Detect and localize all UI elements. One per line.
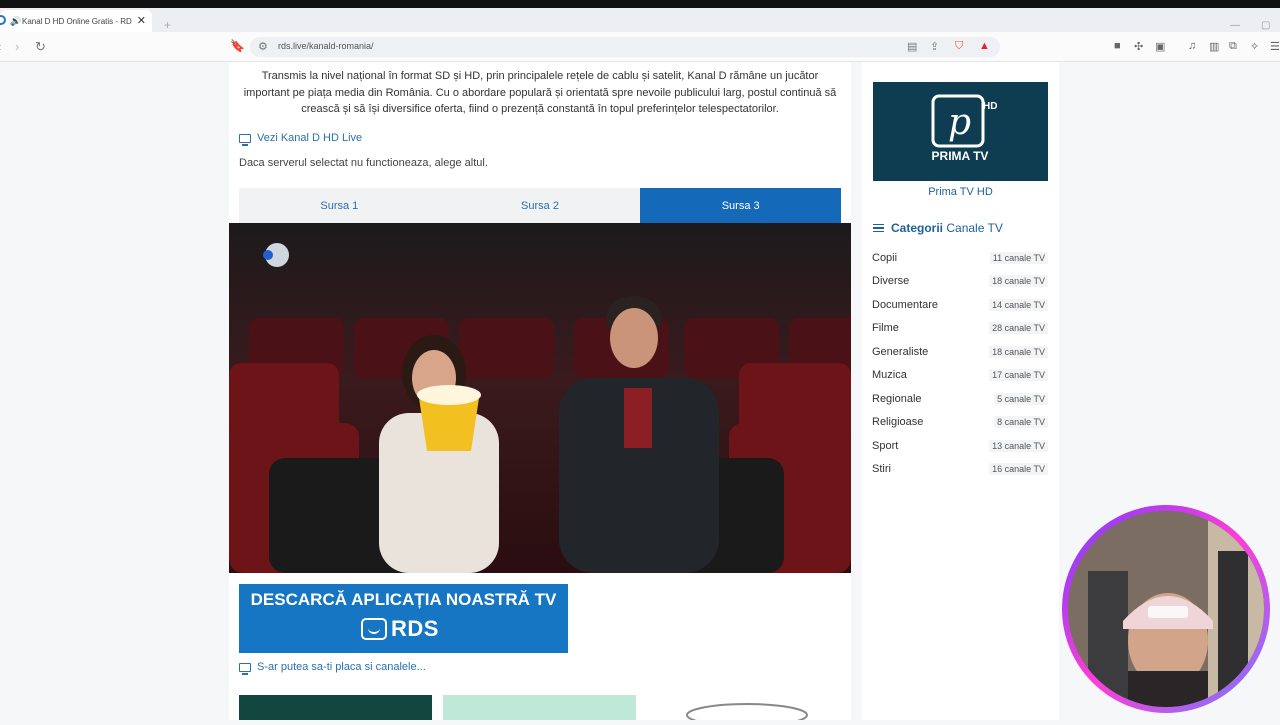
puzzle-icon[interactable]: ✣ — [1134, 40, 1143, 53]
webcam-overlay — [1062, 505, 1270, 713]
category-item[interactable]: Regionale 5 canale TV — [872, 387, 1048, 411]
category-count: 14 canale TV — [989, 298, 1048, 311]
site-favicon-icon — [0, 15, 6, 25]
address-bar[interactable]: ⚙ rds.live/kanald-romania/ ▤ ⇪ ⛉ ▲ — [250, 37, 1000, 57]
speaker-icon[interactable]: 🔊 — [10, 16, 21, 27]
site-settings-icon[interactable]: ⚙ — [258, 40, 268, 53]
live-link-text[interactable]: Vezi Kanal D HD Live — [257, 132, 362, 144]
categories-title-rest: Canale TV — [946, 221, 1003, 235]
related-channels-text[interactable]: S-ar putea sa-ti placa si canalele... — [257, 661, 426, 673]
channel-thumbnail[interactable] — [443, 695, 636, 720]
maximize-icon[interactable]: ▢ — [1261, 20, 1270, 31]
wallet-icon[interactable]: ▣ — [1155, 40, 1165, 53]
address-toolbar: ‹ › ↻ 🔖 ⚙ rds.live/kanald-romania/ ▤ ⇪ ⛉… — [0, 32, 1280, 62]
reload-icon[interactable]: ↻ — [35, 39, 46, 55]
prima-hd-badge: HD — [983, 101, 997, 112]
video-frame — [229, 223, 851, 573]
category-name[interactable]: Documentare — [872, 299, 938, 311]
video-player[interactable] — [229, 223, 851, 573]
back-icon[interactable]: ‹ — [0, 39, 1, 54]
category-list: Copii 11 canale TV Diverse 18 canale TV Do… — [872, 246, 1048, 481]
share-icon[interactable]: ⇪ — [930, 40, 939, 53]
category-item[interactable]: Copii 11 canale TV — [872, 246, 1048, 270]
music-icon[interactable]: ♫ — [1188, 40, 1196, 52]
category-item[interactable]: Sport 13 canale TV — [872, 434, 1048, 458]
bookmark-icon[interactable]: 🔖 — [230, 39, 245, 53]
rds-logo-text: RDS — [391, 616, 439, 641]
category-count: 5 canale TV — [994, 392, 1048, 405]
category-name[interactable]: Muzica — [872, 369, 907, 381]
category-count: 18 canale TV — [989, 345, 1048, 358]
shield-icon[interactable]: ⛉ — [955, 40, 963, 53]
category-item[interactable]: Generaliste 18 canale TV — [872, 340, 1048, 364]
tv-icon — [239, 662, 251, 675]
category-item[interactable]: Muzica 17 canale TV — [872, 364, 1048, 388]
category-name[interactable]: Regionale — [872, 393, 922, 405]
ai-icon[interactable]: ✧ — [1250, 40, 1259, 53]
prima-tv-logo: p HD PRIMA TV — [873, 82, 1048, 181]
webcam-feed — [1068, 511, 1264, 707]
prima-tv-thumbnail[interactable]: p HD PRIMA TV — [873, 82, 1048, 181]
url-text[interactable]: rds.live/kanald-romania/ — [278, 41, 374, 51]
forward-icon[interactable]: › — [15, 39, 19, 54]
category-name[interactable]: Diverse — [872, 275, 909, 287]
category-item[interactable]: Religioase 8 canale TV — [872, 411, 1048, 435]
featured-caption[interactable]: Prima TV HD — [862, 186, 1059, 198]
prima-logo-text: PRIMA TV — [932, 149, 989, 163]
category-count: 8 canale TV — [994, 416, 1048, 429]
categories-heading: Categorii Canale TV — [873, 221, 1003, 235]
category-item[interactable]: Stiri 16 canale TV — [872, 458, 1048, 482]
server-hint: Daca serverul selectat nu functioneaza, … — [239, 157, 488, 169]
list-icon — [873, 224, 884, 232]
banner-title: DESCARCĂ APLICAȚIA NOASTRĂ TV — [250, 590, 557, 609]
tab-sursa-1[interactable]: Sursa 1 — [239, 188, 440, 223]
rds-logo: RDS — [361, 616, 439, 642]
app-download-banner[interactable]: DESCARCĂ APLICAȚIA NOASTRĂ TV RDS — [239, 584, 568, 653]
new-tab-icon[interactable]: + — [164, 18, 171, 32]
related-channels-link[interactable]: S-ar putea sa-ti placa si canalele... — [239, 661, 426, 675]
category-name[interactable]: Generaliste — [872, 346, 928, 358]
category-item[interactable]: Diverse 18 canale TV — [872, 270, 1048, 294]
browser-tab[interactable]: 🔊 Kanal D HD Online Gratis - RD ✕ — [0, 10, 152, 32]
tv-icon — [239, 133, 251, 146]
menu-icon[interactable]: ☰ — [1270, 40, 1280, 53]
category-name[interactable]: Stiri — [872, 463, 891, 475]
main-content: Transmis la nivel național în format SD … — [229, 62, 851, 725]
category-count: 13 canale TV — [989, 439, 1048, 452]
category-item[interactable]: Filme 28 canale TV — [872, 317, 1048, 341]
thumbnail-logo — [686, 703, 808, 725]
reader-icon[interactable]: ▤ — [907, 40, 917, 53]
channel-thumbnail[interactable] — [647, 695, 840, 725]
tab-title: Kanal D HD Online Gratis - RD — [22, 16, 132, 26]
source-tabs: Sursa 1 Sursa 2 Sursa 3 — [239, 188, 842, 223]
categories-title-bold: Categorii — [891, 221, 944, 235]
prima-logo-glyph: p — [948, 102, 971, 143]
category-name[interactable]: Filme — [872, 322, 899, 334]
close-tab-icon[interactable]: ✕ — [137, 14, 146, 27]
os-top-bar — [0, 0, 1280, 8]
tab-strip: 🔊 Kanal D HD Online Gratis - RD ✕ + — ▢ — [0, 8, 1280, 32]
category-item[interactable]: Documentare 14 canale TV — [872, 293, 1048, 317]
tab-sursa-2[interactable]: Sursa 2 — [440, 188, 641, 223]
tv-smile-icon — [361, 618, 387, 640]
channel-thumbnail[interactable] — [239, 695, 432, 720]
webcam-image — [1068, 511, 1264, 707]
extension-icon[interactable]: ■ — [1114, 40, 1121, 52]
intro-paragraph: Transmis la nivel național în format SD … — [243, 70, 837, 115]
category-count: 18 canale TV — [989, 275, 1048, 288]
category-count: 16 canale TV — [989, 463, 1048, 476]
live-link[interactable]: Vezi Kanal D HD Live — [239, 132, 362, 146]
category-name[interactable]: Religioase — [872, 416, 923, 428]
rewards-icon[interactable]: ▲ — [979, 40, 990, 52]
category-count: 17 canale TV — [989, 369, 1048, 382]
category-count: 11 canale TV — [989, 251, 1048, 264]
sidebar-icon[interactable]: ▥ — [1209, 40, 1219, 53]
minimize-icon[interactable]: — — [1230, 20, 1240, 31]
sidebar: p HD PRIMA TV Prima TV HD Categorii Cana… — [862, 62, 1059, 720]
category-name[interactable]: Copii — [872, 252, 897, 264]
category-count: 28 canale TV — [989, 322, 1048, 335]
tab-sursa-3[interactable]: Sursa 3 — [640, 188, 842, 223]
category-name[interactable]: Sport — [872, 440, 898, 452]
tabs-icon[interactable]: ⧉ — [1229, 40, 1237, 53]
